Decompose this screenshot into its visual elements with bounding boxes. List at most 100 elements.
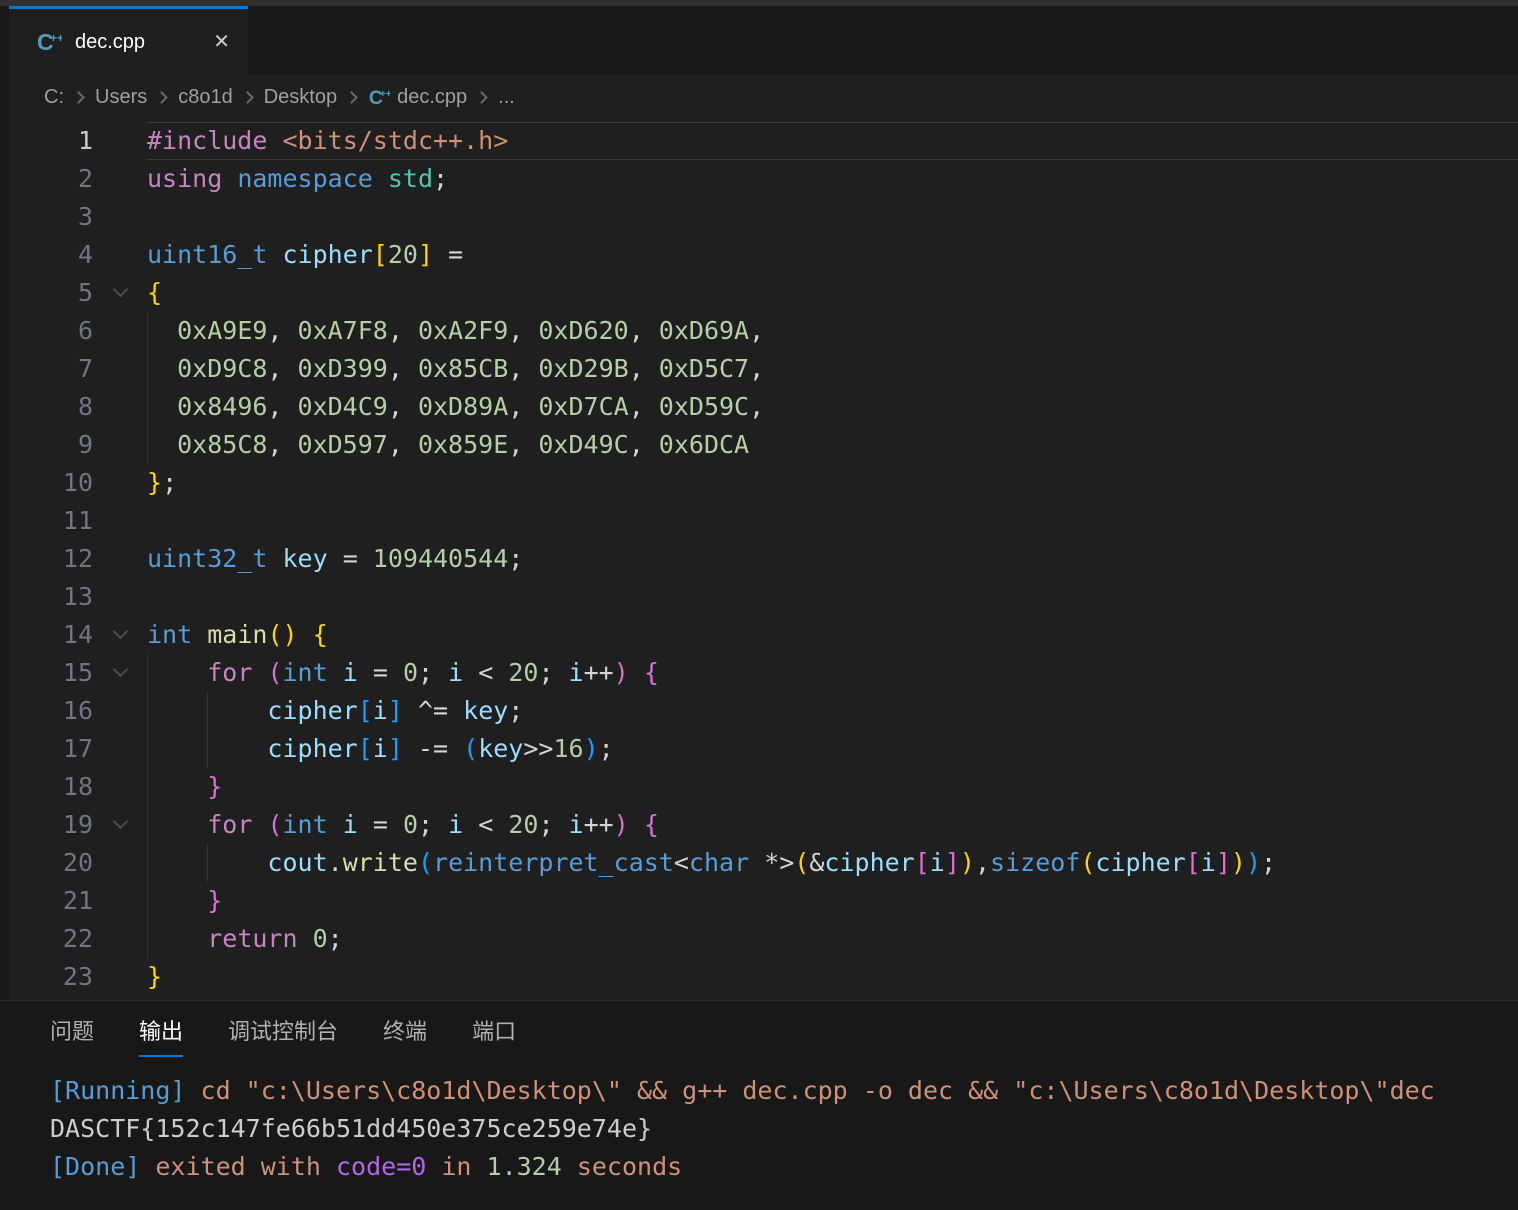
fold-column <box>93 236 147 274</box>
breadcrumb-item-desktop[interactable]: Desktop <box>264 86 337 109</box>
code-line-10[interactable]: 10}; <box>9 464 1518 502</box>
code-line-6[interactable]: 6 0xA9E9, 0xA7F8, 0xA2F9, 0xD620, 0xD69A… <box>9 312 1518 350</box>
code-token: 0x859E <box>418 430 508 459</box>
code-line-12[interactable]: 12uint32_t key = 109440544; <box>9 540 1518 578</box>
output-token: 1.324 <box>487 1152 562 1181</box>
breadcrumb-item-deccpp[interactable]: C++dec.cpp <box>368 86 467 109</box>
code-token: i <box>1201 848 1216 877</box>
code-line-8[interactable]: 8 0x8496, 0xD4C9, 0xD89A, 0xD7CA, 0xD59C… <box>9 388 1518 426</box>
breadcrumb-item-c[interactable]: C: <box>44 86 64 109</box>
code-line-20[interactable]: 20 cout.write(reinterpret_cast<char *>(&… <box>9 844 1518 882</box>
panel-tab-problems[interactable]: 问题 <box>50 1017 94 1055</box>
code-token: , <box>267 316 297 345</box>
code-line-2[interactable]: 2using namespace std; <box>9 160 1518 198</box>
code-line-14[interactable]: 14int main() { <box>9 616 1518 654</box>
code-line-16[interactable]: 16 cipher[i] ^= key; <box>9 692 1518 730</box>
tab-dec-cpp[interactable]: C++ dec.cpp ✕ <box>9 6 248 75</box>
code-line-11[interactable]: 11 <box>9 502 1518 540</box>
code-line-3[interactable]: 3 <box>9 198 1518 236</box>
panel-tab-output[interactable]: 输出 <box>139 1017 183 1057</box>
breadcrumb-item-more[interactable]: ... <box>498 86 515 109</box>
code-token: } <box>207 772 222 801</box>
line-number: 7 <box>9 350 93 388</box>
code-line-19[interactable]: 19 for (int i = 0; i < 20; i++) { <box>9 806 1518 844</box>
code-token <box>147 658 207 687</box>
code-token <box>147 810 207 839</box>
code-token: 0x6DCA <box>659 430 749 459</box>
code-line-18[interactable]: 18 } <box>9 768 1518 806</box>
indent-guide <box>207 692 208 730</box>
fold-column <box>93 958 147 996</box>
output-content[interactable]: [Running] cd "c:\Users\c8o1d\Desktop\" &… <box>0 1057 1518 1186</box>
code-token: 0xD7CA <box>538 392 628 421</box>
indent-guide <box>147 844 148 882</box>
fold-chevron-icon[interactable] <box>112 662 128 678</box>
code-token <box>298 620 313 649</box>
code-line-13[interactable]: 13 <box>9 578 1518 616</box>
code-token: , <box>508 354 538 383</box>
fold-column <box>93 502 147 540</box>
code-token: i <box>569 810 584 839</box>
code-token <box>252 658 267 687</box>
code-token: ] <box>1216 848 1231 877</box>
code-text <box>147 502 1518 540</box>
code-line-7[interactable]: 7 0xD9C8, 0xD399, 0x85CB, 0xD29B, 0xD5C7… <box>9 350 1518 388</box>
fold-column <box>93 844 147 882</box>
indent-guide <box>147 426 148 464</box>
code-token: ; <box>1261 848 1276 877</box>
breadcrumb-item-c8o1d[interactable]: c8o1d <box>178 86 233 109</box>
code-token: = <box>358 810 403 839</box>
code-token: cout <box>267 848 327 877</box>
code-line-22[interactable]: 22 return 0; <box>9 920 1518 958</box>
code-line-5[interactable]: 5{ <box>9 274 1518 312</box>
code-line-23[interactable]: 23} <box>9 958 1518 996</box>
code-token: , <box>629 354 659 383</box>
code-line-15[interactable]: 15 for (int i = 0; i < 20; i++) { <box>9 654 1518 692</box>
code-token <box>267 126 282 155</box>
code-text <box>147 198 1518 236</box>
panel-tab-bar: 问题 输出 调试控制台 终端 端口 <box>0 1001 1518 1057</box>
fold-chevron-icon[interactable] <box>112 624 128 640</box>
code-token: ] <box>418 240 433 269</box>
breadcrumb-item-users[interactable]: Users <box>95 86 147 109</box>
code-text: for (int i = 0; i < 20; i++) { <box>147 806 1518 844</box>
line-number: 1 <box>9 122 93 160</box>
fold-chevron-icon[interactable] <box>112 282 128 298</box>
code-token <box>147 772 207 801</box>
close-tab-icon[interactable]: ✕ <box>213 32 230 52</box>
fold-column <box>93 540 147 578</box>
code-token: cipher <box>824 848 914 877</box>
code-token: int <box>283 810 328 839</box>
code-token: [ <box>358 734 373 763</box>
panel-tab-terminal[interactable]: 终端 <box>383 1017 427 1055</box>
line-number: 9 <box>9 426 93 464</box>
fold-chevron-icon[interactable] <box>112 814 128 830</box>
code-token: { <box>313 620 328 649</box>
code-text: uint32_t key = 109440544; <box>147 540 1518 578</box>
code-text: 0x85C8, 0xD597, 0x859E, 0xD49C, 0x6DCA <box>147 426 1518 464</box>
code-token: , <box>267 392 297 421</box>
code-token: , <box>629 316 659 345</box>
indent-guide <box>147 388 148 426</box>
code-line-21[interactable]: 21 } <box>9 882 1518 920</box>
code-token: [ <box>1186 848 1201 877</box>
code-token: , <box>749 392 764 421</box>
code-line-1[interactable]: 1#include <bits/stdc++.h> <box>9 122 1518 160</box>
code-token: *> <box>749 848 794 877</box>
panel-tab-ports[interactable]: 端口 <box>472 1017 516 1055</box>
output-token: DASCTF{152c147fe66b51dd450e375ce259e74e} <box>50 1114 652 1143</box>
code-token: , <box>629 430 659 459</box>
code-token: key <box>478 734 523 763</box>
code-line-9[interactable]: 9 0x85C8, 0xD597, 0x859E, 0xD49C, 0x6DCA <box>9 426 1518 464</box>
fold-column <box>93 654 147 692</box>
code-token: 0xA7F8 <box>298 316 388 345</box>
output-token: exited with <box>140 1152 336 1181</box>
code-editor[interactable]: 1#include <bits/stdc++.h>2using namespac… <box>9 119 1518 1000</box>
code-token: , <box>508 430 538 459</box>
editor-tab-bar: C++ dec.cpp ✕ <box>9 6 1518 75</box>
panel-tab-debug-console[interactable]: 调试控制台 <box>228 1017 338 1055</box>
code-line-4[interactable]: 4uint16_t cipher[20] = <box>9 236 1518 274</box>
code-token: cipher <box>267 734 357 763</box>
code-line-17[interactable]: 17 cipher[i] -= (key>>16); <box>9 730 1518 768</box>
code-token: ; <box>433 164 448 193</box>
